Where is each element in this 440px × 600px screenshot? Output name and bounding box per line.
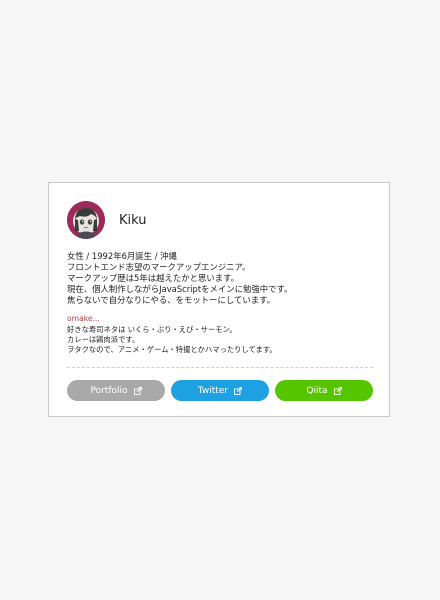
qiita-button-label: Qiita bbox=[306, 385, 328, 396]
profile-header: Kiku bbox=[67, 201, 147, 239]
bio-line: 現在、個人制作しながらJavaScriptをメインに勉強中です。 bbox=[67, 284, 293, 294]
qiita-button[interactable]: Qiita bbox=[275, 380, 373, 401]
twitter-button-label: Twitter bbox=[197, 385, 229, 396]
link-buttons: Portfolio Twitter Qiita bbox=[67, 380, 373, 401]
omake-line: 好きな寿司ネタは いくら・ぶり・えび・サーモン。 bbox=[67, 325, 237, 334]
external-link-icon bbox=[234, 386, 243, 395]
bio-line: 女性 / 1992年6月誕生 / 沖縄 bbox=[67, 251, 177, 261]
portfolio-button[interactable]: Portfolio bbox=[67, 380, 165, 401]
omake-title: omake... bbox=[67, 314, 100, 323]
omake-line: カレーは鶏肉派です。 bbox=[67, 335, 140, 344]
avatar-illustration-icon bbox=[67, 201, 105, 239]
external-link-icon bbox=[133, 386, 142, 395]
bio-line: 焦らないで自分なりにやる、をモットーにしています。 bbox=[67, 295, 276, 305]
dashed-divider bbox=[67, 367, 373, 368]
profile-name: Kiku bbox=[119, 212, 147, 228]
omake-line: ヲタクなので、アニメ・ゲーム・特撮とかハマったりしてます。 bbox=[67, 345, 277, 354]
bio-line: フロントエンド志望のマークアップエンジニア。 bbox=[67, 262, 251, 272]
external-link-icon bbox=[333, 386, 342, 395]
bio-line: マークアップ歴は5年は越えたかと思います。 bbox=[67, 273, 239, 283]
avatar bbox=[67, 201, 105, 239]
bio-section: 女性 / 1992年6月誕生 / 沖縄 フロントエンド志望のマークアップエンジニ… bbox=[67, 251, 377, 306]
profile-card: Kiku 女性 / 1992年6月誕生 / 沖縄 フロントエンド志望のマークアッ… bbox=[48, 182, 390, 417]
omake-section: omake... 好きな寿司ネタは いくら・ぶり・えび・サーモン。 カレーは鶏肉… bbox=[67, 314, 377, 355]
twitter-button[interactable]: Twitter bbox=[171, 380, 269, 401]
portfolio-button-label: Portfolio bbox=[90, 385, 128, 396]
